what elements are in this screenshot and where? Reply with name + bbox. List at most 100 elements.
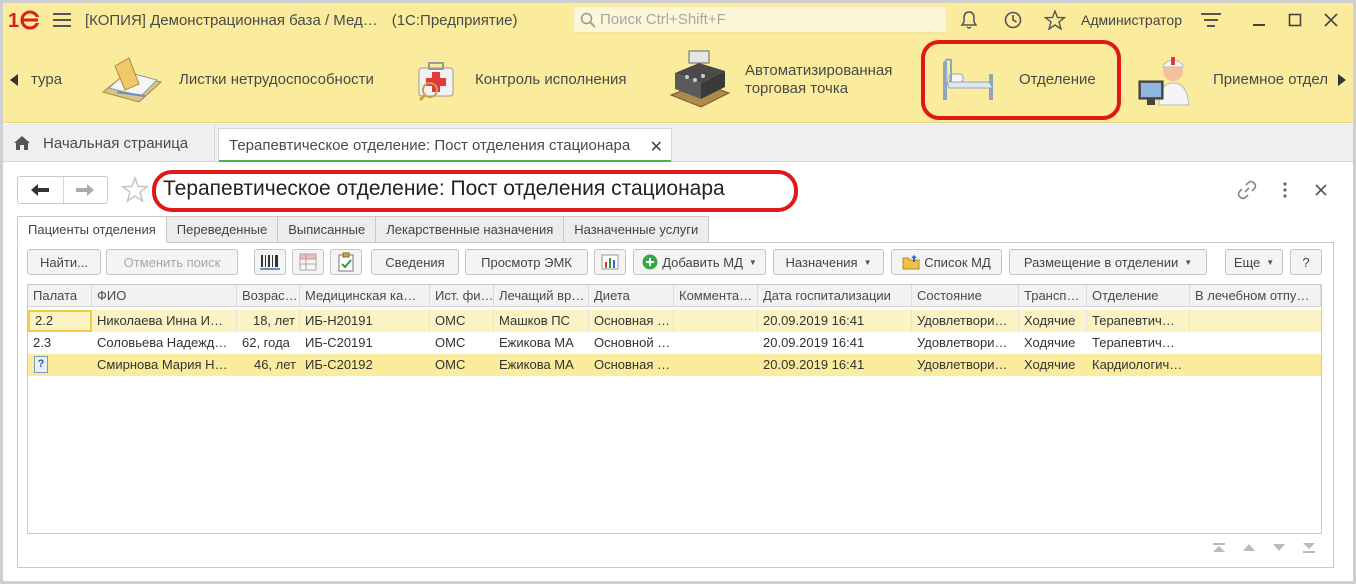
column-header[interactable]: Ист. фи… xyxy=(430,285,494,307)
column-header[interactable]: Палата xyxy=(28,285,92,307)
1c-logo-icon[interactable]: 1 xyxy=(3,3,47,37)
tab-home[interactable]: Начальная страница xyxy=(3,124,215,162)
table-row[interactable]: 2.3 Соловьева Надежд… 62, года ИБ-С20191… xyxy=(28,332,1321,354)
more-button[interactable]: Еще ▼ xyxy=(1225,249,1283,275)
find-button[interactable]: Найти... xyxy=(27,249,101,275)
cell-comment[interactable] xyxy=(674,310,758,332)
cell-ward[interactable]: ? xyxy=(28,354,92,376)
cell-diet[interactable]: Основная … xyxy=(589,354,674,376)
cell-doctor[interactable]: Ежикова МА xyxy=(494,332,589,354)
cell-doctor[interactable]: Машков ПС xyxy=(494,310,589,332)
cell-leave[interactable] xyxy=(1190,310,1321,332)
page-tab-patients[interactable]: Пациенты отделения xyxy=(17,216,167,243)
cell-age[interactable]: 18, лет xyxy=(237,310,300,332)
scroll-to-bottom-icon[interactable] xyxy=(1295,538,1323,558)
cell-medical-card[interactable]: ИБ-Н20191 xyxy=(300,310,430,332)
cell-age[interactable]: 62, года xyxy=(237,332,300,354)
section-execution-control[interactable]: Контроль исполнения xyxy=(415,37,627,122)
chart-report-button[interactable] xyxy=(594,249,626,275)
cell-department[interactable]: Терапевтич… xyxy=(1087,310,1190,332)
cell-ward[interactable]: 2.3 xyxy=(28,332,92,354)
column-header[interactable]: Лечащий вр… xyxy=(494,285,589,307)
column-header[interactable]: Отделение xyxy=(1087,285,1190,307)
close-window-icon[interactable] xyxy=(1319,9,1343,31)
column-header[interactable]: Возрас… xyxy=(237,285,300,307)
add-md-button[interactable]: Добавить МД ▼ xyxy=(633,249,766,275)
cell-department[interactable]: Кардиологич… xyxy=(1087,354,1190,376)
view-emk-button[interactable]: Просмотр ЭМК xyxy=(465,249,588,275)
barcode-button[interactable] xyxy=(254,249,286,275)
cell-funding[interactable]: ОМС xyxy=(430,354,494,376)
clipboard-check-button[interactable] xyxy=(330,249,362,275)
cell-funding[interactable]: ОМС xyxy=(430,310,494,332)
cell-condition[interactable]: Удовлетвори… xyxy=(912,354,1019,376)
close-tab-icon[interactable]: ✕ xyxy=(650,137,663,157)
column-header[interactable]: В лечебном отпу… xyxy=(1190,285,1321,307)
cell-doctor[interactable]: Ежикова МА xyxy=(494,354,589,376)
cell-leave[interactable] xyxy=(1190,332,1321,354)
add-to-favorites-star-icon[interactable] xyxy=(120,175,150,207)
cell-name[interactable]: Соловьева Надежд… xyxy=(92,332,237,354)
column-header[interactable]: ФИО xyxy=(92,285,237,307)
forward-button[interactable] xyxy=(62,177,108,203)
back-button[interactable] xyxy=(18,177,63,203)
cell-transport[interactable]: Ходячие xyxy=(1019,310,1087,332)
cancel-search-button[interactable]: Отменить поиск xyxy=(106,249,238,275)
scroll-to-top-icon[interactable] xyxy=(1205,538,1233,558)
cell-leave[interactable] xyxy=(1190,354,1321,376)
section-pos-terminal[interactable]: Автоматизированная торговая точка xyxy=(667,37,892,122)
column-header[interactable]: Медицинская ка… xyxy=(300,285,430,307)
column-header[interactable]: Дата госпитализации xyxy=(758,285,912,307)
minimize-icon[interactable] xyxy=(1247,9,1271,31)
section-sick-leave[interactable]: Листки нетрудоспособности xyxy=(99,37,374,122)
cell-ward[interactable]: 2.2 xyxy=(28,310,92,332)
sections-scroll-right-icon[interactable] xyxy=(1331,37,1353,122)
cell-admission-date[interactable]: 20.09.2019 16:41 xyxy=(758,310,912,332)
sections-scroll-left-icon[interactable] xyxy=(3,37,25,122)
column-header[interactable]: Состояние xyxy=(912,285,1019,307)
tab-department-post[interactable]: Терапевтическое отделение: Пост отделени… xyxy=(218,128,672,162)
link-icon[interactable] xyxy=(1236,180,1258,200)
table-list-button[interactable] xyxy=(292,249,324,275)
close-form-icon[interactable] xyxy=(1310,180,1332,200)
help-button[interactable]: ? xyxy=(1290,249,1322,275)
info-button[interactable]: Сведения xyxy=(371,249,459,275)
cell-condition[interactable]: Удовлетвори… xyxy=(912,310,1019,332)
more-actions-icon[interactable] xyxy=(1274,180,1296,200)
scroll-up-icon[interactable] xyxy=(1235,538,1263,558)
cell-funding[interactable]: ОМС xyxy=(430,332,494,354)
placement-button[interactable]: Размещение в отделении ▼ xyxy=(1009,249,1207,275)
table-row[interactable]: ? Смирнова Мария Н… 46, лет ИБ-С20192 ОМ… xyxy=(28,354,1321,376)
section-structure[interactable]: тура xyxy=(31,37,62,122)
cell-diet[interactable]: Основная … xyxy=(589,310,674,332)
settings-menu-icon[interactable] xyxy=(1199,9,1223,31)
cell-transport[interactable]: Ходячие xyxy=(1019,354,1087,376)
cell-admission-date[interactable]: 20.09.2019 16:41 xyxy=(758,354,912,376)
cell-transport[interactable]: Ходячие xyxy=(1019,332,1087,354)
history-icon[interactable] xyxy=(1001,9,1025,31)
table-row[interactable]: 2.2 Николаева Инна И… 18, лет ИБ-Н20191 … xyxy=(28,310,1321,332)
cell-comment[interactable] xyxy=(674,354,758,376)
favorites-star-icon[interactable] xyxy=(1043,9,1067,31)
column-header[interactable]: Трансп… xyxy=(1019,285,1087,307)
maximize-icon[interactable] xyxy=(1283,9,1307,31)
column-header[interactable]: Диета xyxy=(589,285,674,307)
cell-condition[interactable]: Удовлетвори… xyxy=(912,332,1019,354)
md-list-button[interactable]: Список МД xyxy=(891,249,1002,275)
column-header[interactable]: Коммента… xyxy=(674,285,758,307)
cell-age[interactable]: 46, лет xyxy=(237,354,300,376)
cell-name[interactable]: Николаева Инна И… xyxy=(92,310,237,332)
cell-department[interactable]: Терапевтич… xyxy=(1087,332,1190,354)
cell-comment[interactable] xyxy=(674,332,758,354)
page-tab-transferred[interactable]: Переведенные xyxy=(166,216,279,243)
cell-diet[interactable]: Основной … xyxy=(589,332,674,354)
global-search-input[interactable]: Поиск Ctrl+Shift+F xyxy=(573,6,947,33)
page-tab-drug-prescriptions[interactable]: Лекарственные назначения xyxy=(376,216,565,243)
page-tab-discharged[interactable]: Выписанные xyxy=(278,216,377,243)
cell-admission-date[interactable]: 20.09.2019 16:41 xyxy=(758,332,912,354)
bell-icon[interactable] xyxy=(957,9,981,31)
prescriptions-button[interactable]: Назначения ▼ xyxy=(773,249,884,275)
cell-medical-card[interactable]: ИБ-С20191 xyxy=(300,332,430,354)
cell-medical-card[interactable]: ИБ-С20192 xyxy=(300,354,430,376)
cell-name[interactable]: Смирнова Мария Н… xyxy=(92,354,237,376)
